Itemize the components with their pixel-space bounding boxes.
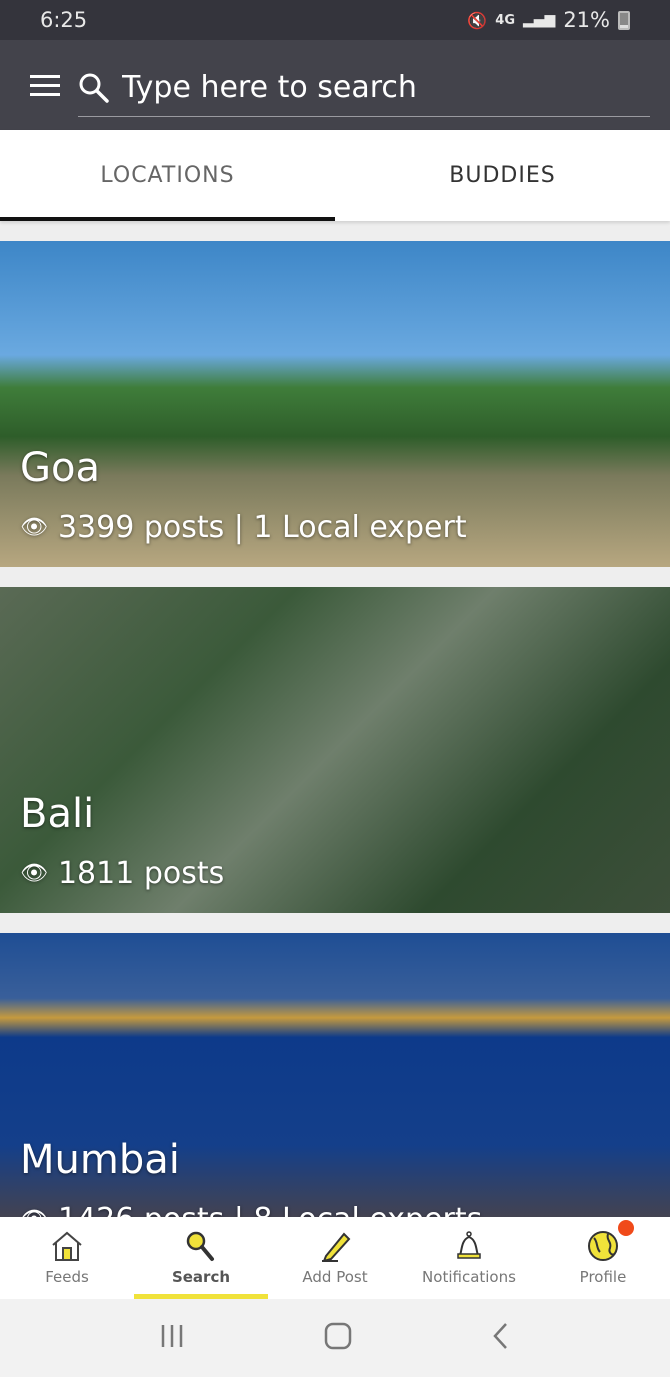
nav-label: Notifications (422, 1268, 516, 1286)
tab-bar: LOCATIONS BUDDIES (0, 130, 670, 221)
nav-label: Search (171, 1268, 231, 1286)
location-card-mumbai[interactable]: Mumbai 👁1426 posts | 8 Local experts (0, 933, 670, 1259)
eye-icon: 👁 (20, 515, 48, 540)
nav-label: Feeds (45, 1268, 89, 1286)
location-name: Mumbai (20, 1137, 180, 1183)
location-name: Goa (20, 445, 100, 491)
pencil-icon (322, 1232, 351, 1262)
tab-buddies[interactable]: BUDDIES (335, 130, 670, 221)
nav-search[interactable]: Search (134, 1217, 268, 1299)
location-card-bali[interactable]: Bali 👁 1811 posts (0, 587, 670, 913)
status-bar: 6:25 🔇 4G ▂▄▆ 21% (0, 0, 670, 40)
notification-badge (618, 1220, 634, 1236)
battery-icon (618, 10, 630, 30)
search-icon (186, 1231, 214, 1261)
hamburger-menu-icon[interactable] (30, 74, 60, 96)
home-button-icon[interactable] (324, 1322, 352, 1354)
search-icon (79, 73, 109, 103)
location-name: Bali (20, 791, 95, 837)
globe-icon (588, 1231, 618, 1261)
nav-notifications[interactable]: Notifications (402, 1217, 536, 1299)
nav-feeds[interactable]: Feeds (0, 1217, 134, 1299)
location-stats: 3399 posts | 1 Local expert (57, 510, 467, 545)
network-type: 4G (495, 12, 515, 28)
nav-add-post[interactable]: Add Post (268, 1217, 402, 1299)
nav-label: Add Post (302, 1268, 368, 1286)
location-stats: 1811 posts (57, 856, 225, 891)
mute-icon: 🔇 (467, 10, 488, 30)
search-bar[interactable] (78, 59, 650, 117)
nav-label: Profile (579, 1268, 627, 1286)
bell-icon (457, 1231, 481, 1259)
bottom-nav: Feeds Search Add Post Notifications Prof… (0, 1217, 670, 1299)
recent-apps-icon[interactable] (159, 1323, 185, 1353)
back-icon[interactable] (491, 1322, 511, 1354)
battery-percent: 21% (563, 8, 610, 32)
system-nav-bar (0, 1299, 670, 1377)
tab-locations[interactable]: LOCATIONS (0, 130, 335, 221)
eye-icon: 👁 (20, 861, 48, 886)
location-card-goa[interactable]: Goa 👁 3399 posts | 1 Local expert (0, 241, 670, 567)
search-input[interactable] (122, 70, 650, 105)
location-list: Goa 👁 3399 posts | 1 Local expert Bali 👁 1… (0, 241, 670, 1279)
home-icon (52, 1231, 82, 1261)
app-bar (0, 40, 670, 130)
nav-profile[interactable]: Profile (536, 1217, 670, 1299)
status-time: 6:25 (40, 8, 88, 32)
signal-icon: ▂▄▆ (523, 12, 556, 28)
